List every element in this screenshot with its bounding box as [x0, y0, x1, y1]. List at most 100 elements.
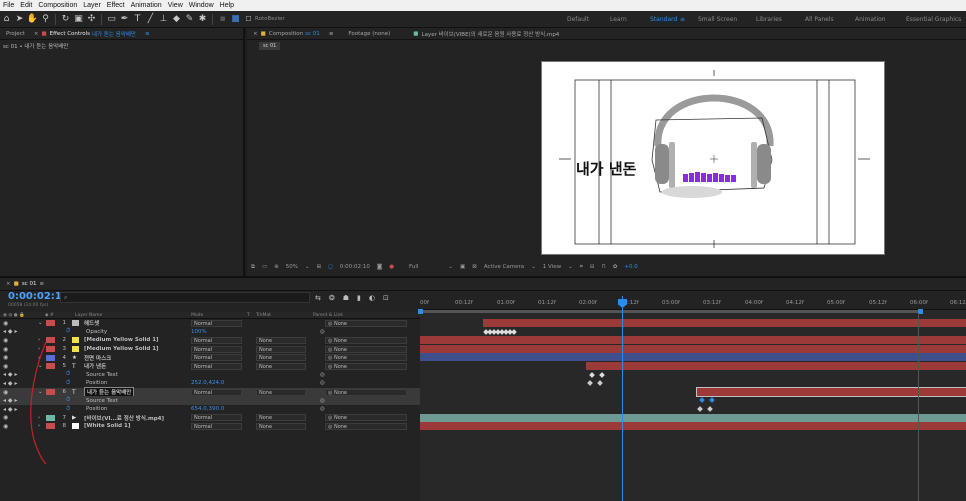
blend-mode-dropdown[interactable]: Normal [191, 422, 242, 430]
keyframe-nav-icon[interactable]: ◂ ◆ ▸ [3, 406, 17, 413]
keyframe[interactable] [709, 397, 715, 404]
layer-duration-bar[interactable] [420, 413, 966, 422]
exposure-value[interactable]: +0.0 [624, 264, 637, 270]
tab-project[interactable]: Project [6, 31, 25, 37]
composition-name[interactable]: sc 01 [305, 31, 320, 37]
keyframe[interactable] [707, 406, 713, 412]
camera-tool-icon[interactable]: ▣ [72, 13, 85, 26]
timeline-track-area[interactable] [420, 295, 966, 501]
layer-row[interactable]: ◉ › 2 [Medium Yellow Solid 1] Normal None ◎ No… [0, 336, 420, 345]
layer-name[interactable]: [Medium Yellow Solid 1] [84, 337, 159, 343]
blend-mode-dropdown[interactable]: Normal [191, 414, 242, 422]
resolution-dropdown[interactable]: Full [409, 264, 418, 270]
current-time-readout[interactable]: 0:00:02:10 [340, 264, 370, 270]
property-row[interactable]: ◂ ◆ ▸ ⏱ Source Text ◎ [0, 396, 420, 405]
canvas-text[interactable]: 내가 낸돈 [576, 158, 636, 179]
visibility-icon[interactable]: ◉ [3, 354, 8, 361]
parent-dropdown[interactable]: ◎ None [325, 345, 407, 353]
home-icon[interactable]: ⌂ [0, 13, 13, 26]
tab-layer[interactable]: Layer 바이브(VIBE)의 새로운 음원 사용료 정산 방식.mp4 [422, 30, 560, 38]
layer-row[interactable]: ◉ ⌄ 1 헤드셋 Normal ◎ None [0, 319, 420, 328]
layer-name[interactable]: 전면 마스크 [84, 354, 111, 362]
layer-duration-bar[interactable] [696, 386, 966, 397]
menu-composition[interactable]: Composition [38, 2, 77, 9]
blend-mode-dropdown[interactable]: Normal [191, 388, 242, 396]
layer-name-header[interactable]: Layer Name [75, 313, 102, 318]
workspace-all-panels[interactable]: All Panels [805, 16, 834, 23]
panel-menu-icon[interactable]: ≡ [145, 31, 150, 37]
label-color-swatch[interactable] [46, 320, 55, 327]
lock-icon[interactable]: ■ [41, 31, 46, 37]
flowchart-icon[interactable]: ⊓ [601, 264, 605, 270]
stopwatch-icon[interactable]: ⏱ [66, 406, 70, 413]
pick-whip-icon[interactable]: ◎ [320, 406, 325, 412]
tab-composition[interactable]: Composition [269, 31, 303, 37]
mode-header[interactable]: Mode [191, 313, 203, 318]
property-row[interactable]: ◂ ◆ ▸ ⏱ Source Text ◎ [0, 371, 420, 380]
time-ruler[interactable]: 00f 00:12f 01:00f 01:12f 02:00f 02:12f 03:00f 0… [420, 295, 966, 310]
t-header[interactable]: T [247, 313, 250, 318]
fast-previews-icon[interactable]: ⌗ [580, 264, 583, 271]
timeline-icon[interactable]: ⊟ [590, 264, 595, 270]
type-tool-icon[interactable]: T [131, 13, 144, 26]
visibility-icon[interactable]: ◉ [3, 346, 8, 353]
parent-header[interactable]: Parent & Link [313, 313, 343, 318]
visibility-icon[interactable]: ◉ [3, 389, 8, 396]
channel-icon[interactable]: ● [389, 264, 394, 270]
visibility-icon[interactable]: ◉ [3, 337, 8, 344]
parent-dropdown[interactable]: ◎ None [325, 336, 407, 344]
keyframe[interactable] [599, 371, 605, 378]
region-icon[interactable]: ⧉ [251, 264, 255, 271]
layer-name[interactable]: [바이브(VI...료 정산 방식.mp4] [84, 414, 164, 422]
layer-row[interactable]: ◉ ⌄ 6 T 내가 듣는 음악배만 Normal None ◎ None [0, 387, 420, 398]
menu-help[interactable]: Help [220, 2, 234, 9]
layer-duration-bar[interactable] [420, 336, 966, 345]
keyframe-nav-icon[interactable]: ◂ ◆ ▸ [3, 397, 17, 404]
workspace-standard[interactable]: Standard [650, 16, 677, 23]
menu-window[interactable]: Window [189, 2, 214, 9]
graph-editor-icon[interactable]: ⊡ [383, 294, 389, 302]
blend-mode-dropdown[interactable]: Normal [191, 319, 242, 327]
visibility-icon[interactable]: ◉ [3, 414, 8, 421]
pick-whip-icon[interactable]: ◎ [320, 398, 325, 404]
comp-subtab[interactable]: sc 01 [259, 42, 281, 50]
panel-menu-icon[interactable]: ≡ [39, 281, 44, 287]
track-matte-dropdown[interactable]: None [256, 336, 306, 344]
keyframe[interactable] [589, 371, 595, 378]
parent-dropdown[interactable]: ◎ None [325, 362, 407, 370]
rectangle-tool-icon[interactable]: ▭ [105, 13, 118, 26]
stopwatch-icon[interactable]: ⏱ [66, 328, 70, 335]
twirl-icon[interactable]: ⌄ [38, 320, 43, 326]
menu-file[interactable]: File [3, 2, 14, 9]
zoom-dropdown[interactable]: 50% [286, 264, 298, 270]
keyframe[interactable] [697, 406, 703, 412]
menu-view[interactable]: View [168, 2, 183, 9]
parent-dropdown[interactable]: ◎ None [325, 422, 407, 430]
composition-canvas[interactable]: 내가 낸돈 [541, 61, 885, 255]
camera-dropdown[interactable]: Active Camera [484, 264, 524, 270]
panel-menu-icon[interactable]: ≡ [329, 31, 334, 37]
work-area-bar[interactable] [420, 310, 920, 313]
tab-footage[interactable]: Footage (none) [348, 31, 390, 37]
property-row[interactable]: ◂ ◆ ▸ ⏱ Opacity 100% ◎ [0, 328, 420, 337]
workspace-default[interactable]: Default [567, 16, 589, 23]
lock-icon[interactable]: ■ [261, 31, 266, 37]
track-matte-dropdown[interactable]: None [256, 388, 306, 396]
layer-duration-bar[interactable] [586, 362, 966, 370]
keyframe-nav-icon[interactable]: ◂ ◆ ▸ [3, 380, 17, 387]
keyframe[interactable] [597, 380, 603, 387]
workspace-menu-icon[interactable]: ≡ [680, 16, 685, 23]
close-icon[interactable]: × [34, 31, 39, 37]
roto-brush-tool-icon[interactable]: ✎ [183, 13, 196, 26]
layer-name[interactable]: [Medium Yellow Solid 1] [84, 346, 159, 352]
layer-row[interactable]: ◉ › 3 [Medium Yellow Solid 1] Normal None ◎ No… [0, 345, 420, 354]
blend-mode-dropdown[interactable]: Normal [191, 354, 242, 362]
track-matte-dropdown[interactable]: None [256, 422, 306, 430]
transparency-grid-icon[interactable]: ⊠ [472, 264, 477, 270]
parent-dropdown[interactable]: ◎ None [325, 354, 407, 362]
motion-blur-icon[interactable]: ◐ [369, 294, 375, 302]
menu-effect[interactable]: Effect [107, 2, 125, 9]
stopwatch-icon[interactable]: ⏱ [66, 380, 70, 387]
track-matte-dropdown[interactable]: None [256, 354, 306, 362]
blend-mode-dropdown[interactable]: Normal [191, 362, 242, 370]
